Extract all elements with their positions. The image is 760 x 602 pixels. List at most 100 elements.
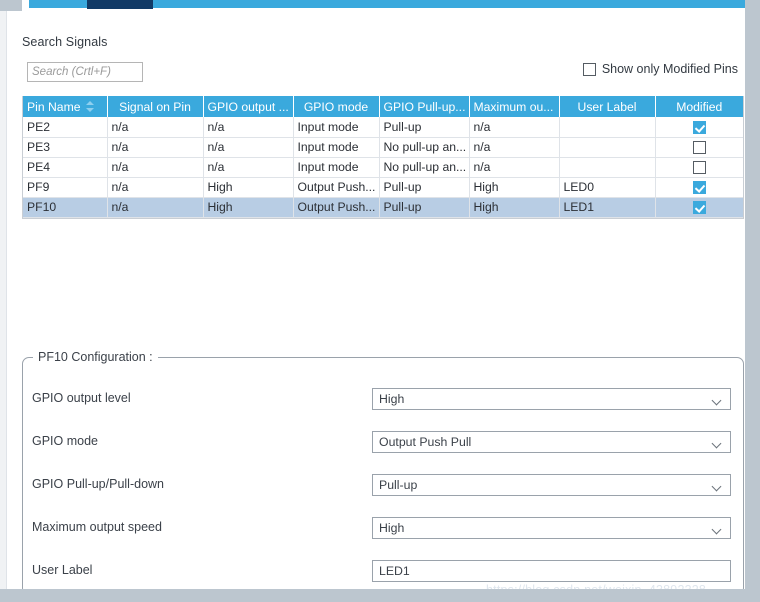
config-field-label: GPIO Pull-up/Pull-down (32, 477, 165, 491)
modified-checkbox[interactable] (692, 201, 706, 215)
config-field-label: GPIO output level (32, 391, 131, 405)
panel-right-gutter (745, 0, 760, 602)
show-only-modified-pins-row[interactable]: Show only Modified Pins (582, 62, 738, 76)
config-field-value: High (379, 521, 405, 535)
cell-pin-name: PE2 (23, 117, 108, 138)
column-header-pin-name-label: Pin Name (27, 99, 81, 114)
tab-strip-left-rail (0, 0, 22, 11)
config-field-dropdown[interactable]: High (372, 388, 731, 410)
cell-gpio-pull: Pull-up (379, 177, 470, 198)
gpio-configuration-panel: Search Signals Show only Modified Pins (8, 11, 745, 597)
cell-signal-on-pin: n/a (107, 117, 204, 138)
table-row[interactable]: PE4 n/a n/a Input mode No pull-up an... n/a (23, 157, 743, 178)
config-field-label: GPIO mode (32, 434, 98, 448)
chevron-down-icon[interactable] (713, 483, 722, 488)
cell-pin-name: PE3 (23, 137, 108, 158)
cell-signal-on-pin: n/a (107, 177, 204, 198)
table-row[interactable]: PF10 n/a High Output Push... Pull-up High LED1 (23, 197, 743, 218)
cell-gpio-output-level: n/a (203, 157, 294, 178)
cell-gpio-pull: No pull-up an... (379, 157, 470, 178)
cell-gpio-pull: Pull-up (379, 197, 470, 218)
chevron-down-icon[interactable] (713, 526, 722, 531)
cell-gpio-output-level: High (203, 177, 294, 198)
cell-signal-on-pin: n/a (107, 157, 204, 178)
modified-checkbox[interactable] (692, 120, 706, 134)
cell-modified[interactable] (655, 157, 743, 178)
table-row[interactable]: PE2 n/a n/a Input mode Pull-up n/a (23, 117, 743, 138)
column-header-maximum-output-speed[interactable]: Maximum ou... (469, 96, 560, 117)
tab-active-indicator[interactable] (87, 0, 153, 9)
column-header-modified[interactable]: Modified (655, 96, 743, 117)
cell-gpio-mode: Input mode (293, 157, 380, 178)
user-label-input[interactable] (373, 561, 730, 581)
table-row[interactable]: PE3 n/a n/a Input mode No pull-up an... n/a (23, 137, 743, 158)
cell-gpio-pull: Pull-up (379, 117, 470, 138)
cell-modified[interactable] (655, 197, 743, 218)
app-root: Search Signals Show only Modified Pins (0, 0, 760, 602)
cell-gpio-pull: No pull-up an... (379, 137, 470, 158)
cell-modified[interactable] (655, 137, 743, 158)
config-field-label: Maximum output speed (32, 520, 162, 534)
column-header-pin-name[interactable]: Pin Name (23, 96, 108, 117)
pins-table-body: PE2 n/a n/a Input mode Pull-up n/a PE3 n/a n/a In… (23, 117, 743, 218)
cell-user-label (559, 117, 656, 138)
cell-gpio-mode: Output Push... (293, 177, 380, 198)
cell-maximum-output-speed: n/a (469, 157, 560, 178)
cell-gpio-output-level: High (203, 197, 294, 218)
show-only-modified-pins-checkbox[interactable] (582, 62, 596, 76)
cell-pin-name: PF9 (23, 177, 108, 198)
cell-maximum-output-speed: n/a (469, 117, 560, 138)
config-field-label: User Label (32, 563, 93, 577)
table-row[interactable]: PF9 n/a High Output Push... Pull-up High LED0 (23, 177, 743, 198)
column-header-gpio-mode[interactable]: GPIO mode (293, 96, 380, 117)
panel-bottom-gutter (0, 589, 760, 602)
cell-gpio-output-level: n/a (203, 117, 294, 138)
cell-maximum-output-speed: n/a (469, 137, 560, 158)
search-signals-label: Search Signals (22, 35, 108, 49)
cell-user-label: LED0 (559, 177, 656, 198)
config-field-value: Output Push Pull (379, 435, 472, 449)
search-input[interactable] (27, 62, 143, 82)
pins-table-header: Pin Name Signal on Pin GPIO output ... G… (23, 96, 743, 117)
pins-table-container: Pin Name Signal on Pin GPIO output ... G… (22, 96, 744, 219)
chevron-down-icon[interactable] (713, 397, 722, 402)
cell-signal-on-pin: n/a (107, 137, 204, 158)
show-only-modified-pins-label: Show only Modified Pins (601, 62, 738, 76)
config-field-row: User Label (23, 560, 743, 584)
config-field-dropdown[interactable]: Pull-up (372, 474, 731, 496)
cell-gpio-mode: Output Push... (293, 197, 380, 218)
cell-gpio-output-level: n/a (203, 137, 294, 158)
cell-gpio-mode: Input mode (293, 137, 380, 158)
modified-checkbox[interactable] (692, 181, 706, 195)
cell-user-label (559, 157, 656, 178)
config-field-row: GPIO mode Output Push Pull (23, 431, 743, 455)
column-header-signal-on-pin[interactable]: Signal on Pin (107, 96, 204, 117)
cell-pin-name: PE4 (23, 157, 108, 178)
column-header-user-label[interactable]: User Label (559, 96, 656, 117)
config-field-value: Pull-up (379, 478, 418, 492)
cell-pin-name: PF10 (23, 197, 108, 218)
pin-configuration-legend: PF10 Configuration : (33, 350, 158, 364)
modified-checkbox[interactable] (692, 141, 706, 155)
column-header-gpio-output-level[interactable]: GPIO output ... (203, 96, 294, 117)
config-field-dropdown[interactable]: Output Push Pull (372, 431, 731, 453)
cell-gpio-mode: Input mode (293, 117, 380, 138)
config-field-row: GPIO Pull-up/Pull-down Pull-up (23, 474, 743, 498)
config-field-row: GPIO output level High (23, 388, 743, 412)
panel-left-edge (0, 11, 7, 589)
modified-checkbox[interactable] (692, 161, 706, 175)
cell-modified[interactable] (655, 117, 743, 138)
cell-user-label: LED1 (559, 197, 656, 218)
cell-user-label (559, 137, 656, 158)
pin-configuration-groupbox: PF10 Configuration : GPIO output level Hi… (22, 350, 744, 595)
column-header-gpio-pull[interactable]: GPIO Pull-up... (379, 96, 470, 117)
pins-table: Pin Name Signal on Pin GPIO output ... G… (23, 96, 743, 218)
tab-strip (0, 0, 760, 11)
sort-arrows-icon[interactable] (85, 100, 95, 113)
chevron-down-icon[interactable] (713, 440, 722, 445)
config-field-dropdown[interactable]: High (372, 517, 731, 539)
cell-modified[interactable] (655, 177, 743, 198)
config-field-value: High (379, 392, 405, 406)
config-field-text-input[interactable] (372, 560, 731, 582)
cell-maximum-output-speed: High (469, 197, 560, 218)
